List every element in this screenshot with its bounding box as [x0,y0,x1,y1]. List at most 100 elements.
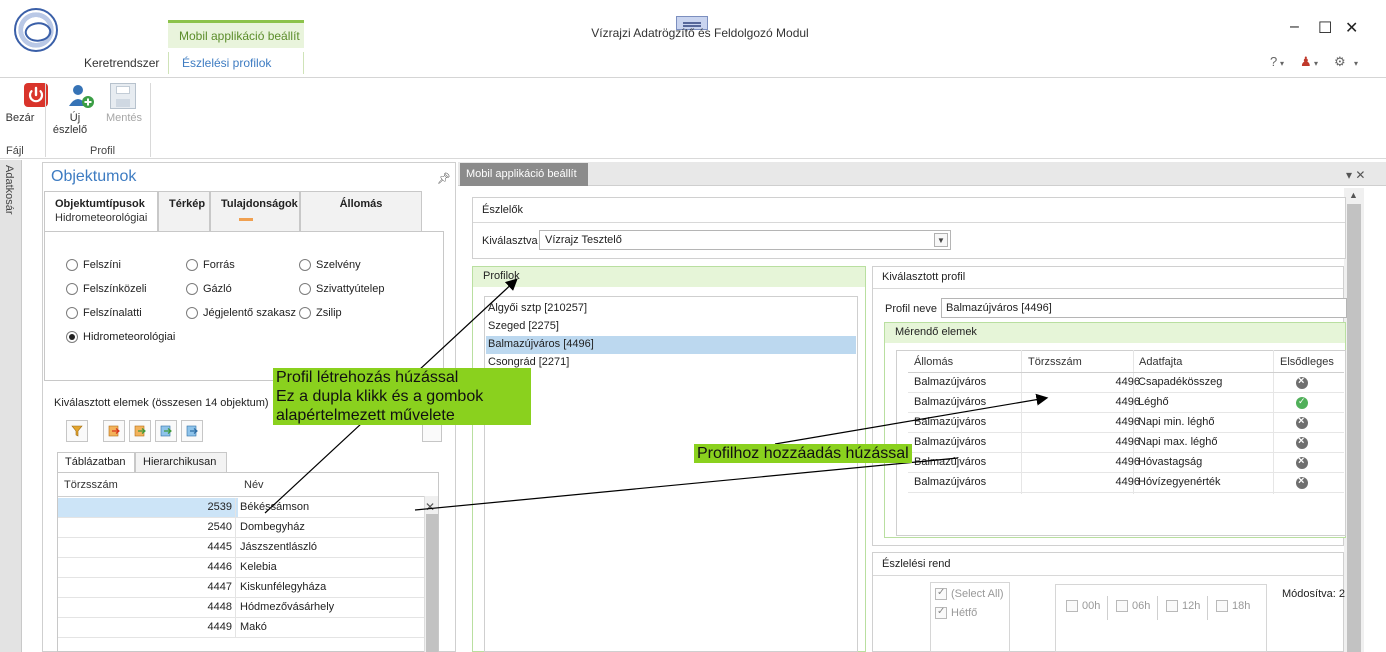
not-primary-icon[interactable] [1296,475,1308,489]
radio-dot[interactable] [66,259,78,271]
scrollbar-thumb[interactable] [426,514,438,652]
scroll-up-icon[interactable]: ▲ [1349,190,1358,200]
checkbox-select-all[interactable]: (Select All) [935,587,1004,600]
add-user-icon[interactable] [66,82,96,110]
table-row[interactable]: 4446 Kelebia [58,558,424,578]
document-scrollbar[interactable]: ▲ [1344,188,1364,652]
checkbox-box[interactable] [935,606,947,619]
profile-name-input[interactable]: Balmazújváros [4496] [941,298,1347,318]
subtab-hierarchy[interactable]: Hierarchikusan [135,452,227,472]
table-row[interactable]: Balmazújváros 4496 Hóvízegyenérték [908,473,1344,493]
radio-szivattyutelep[interactable]: Szivattyútelep [299,283,384,295]
not-primary-icon[interactable] [1296,455,1308,469]
not-primary-icon[interactable] [1296,415,1308,429]
export-button-1[interactable] [103,420,125,442]
close-row-icon[interactable]: ✕ [425,500,435,514]
list-item[interactable]: Csongrád [2271] [486,354,856,372]
table-row[interactable]: Balmazújváros 4496 Napi min. léghő [908,413,1344,433]
radio-szelveny[interactable]: Szelvény [299,259,361,271]
checkbox-hour-18[interactable]: 18h [1216,600,1250,612]
checkbox-box[interactable] [935,587,947,600]
document-tab[interactable]: Mobil applikáció beállít [460,163,588,186]
checkbox-hour-12[interactable]: 12h [1166,600,1200,612]
export-button-2[interactable] [129,420,151,442]
import-button-2[interactable] [181,420,203,442]
tab-station[interactable]: Állomás [300,191,422,231]
tab-eszlelesi-profilok[interactable]: Észlelési profilok [168,52,304,74]
subtab-table[interactable]: Táblázatban [57,452,135,472]
tab-object-types[interactable]: Objektumtípusok Hidrometeorológiai [44,191,158,231]
tab-map[interactable]: Térkép [158,191,210,231]
import-button-1[interactable] [155,420,177,442]
new-observer-label-2[interactable]: észlelő [50,124,90,136]
radio-felszinalatti[interactable]: Felszínalatti [66,307,142,319]
table-row[interactable]: Balmazújváros 4496 Hóvastagság [908,453,1344,473]
user-icon[interactable]: ♟ [1300,54,1312,70]
close-window-button[interactable]: ✕ [1345,18,1358,38]
radio-dot[interactable] [186,259,198,271]
table-row[interactable]: Balmazújváros 4496 Napi max. léghő [908,433,1344,453]
radio-zsilip[interactable]: Zsilip [299,307,342,319]
checkbox-hour-00[interactable]: 00h [1066,600,1100,612]
radio-dot-selected[interactable] [66,331,78,343]
help-dropdown-icon[interactable]: ▾ [1280,59,1284,68]
radio-dot[interactable] [186,307,198,319]
grid-header-station[interactable]: Állomás [914,356,953,368]
scrollbar-thumb[interactable] [1347,204,1361,652]
tab-properties[interactable]: Tulajdonságok [210,191,300,231]
settings-gear-icon[interactable]: ⚙ [1334,54,1346,70]
radio-dot[interactable] [66,307,78,319]
table-row[interactable]: Balmazújváros 4496 Léghő [908,393,1344,413]
basket-tab[interactable]: Adatkosár [3,165,15,215]
document-close-icon[interactable]: ▾ ✕ [1346,168,1365,182]
close-button-label[interactable]: Bezár [2,112,38,124]
settings-dropdown-icon[interactable]: ▾ [1354,59,1358,68]
radio-dot[interactable] [299,307,311,319]
grid-header-name[interactable]: Név [244,479,264,491]
help-icon[interactable]: ? [1270,54,1277,69]
table-row[interactable]: 4449 Makó [58,618,424,638]
user-dropdown-icon[interactable]: ▾ [1314,59,1318,68]
grid-header-primary[interactable]: Elsődleges [1280,356,1334,368]
pin-icon[interactable]: 📌︎ [437,172,451,185]
radio-jegjelento[interactable]: Jégjelentő szakasz [186,307,296,319]
radio-hidrometeorologiai[interactable]: Hidrometeorológiai [66,331,175,343]
table-row[interactable]: 2540 Dombegyház [58,518,424,538]
radio-dot[interactable] [66,283,78,295]
table-row[interactable]: Balmazújváros 4496 Csapadékösszeg [908,373,1344,393]
checkbox-monday[interactable]: Hétfő [935,606,977,619]
radio-dot[interactable] [299,283,311,295]
table-row[interactable]: 4445 Jászszentlászló [58,538,424,558]
list-item[interactable]: Szeged [2275] [486,318,856,336]
checkbox-box[interactable] [1166,600,1178,612]
table-row[interactable]: 2539 Békéssámson [58,498,424,518]
checkbox-box[interactable] [1116,600,1128,612]
table-row[interactable]: 4448 Hódmezővásárhely [58,598,424,618]
new-observer-label-1[interactable]: Új [60,112,90,124]
radio-dot[interactable] [299,259,311,271]
checkbox-box[interactable] [1066,600,1078,612]
grid-header-id[interactable]: Törzsszám [64,479,118,491]
table-row[interactable]: 4447 Kiskunfélegyháza [58,578,424,598]
grid-scrollbar[interactable] [424,496,438,652]
grid-header-type[interactable]: Adatfajta [1139,356,1182,368]
checkbox-box[interactable] [1216,600,1228,612]
primary-check-icon[interactable] [1296,396,1308,409]
maximize-button[interactable]: ☐ [1318,18,1332,38]
radio-felszini[interactable]: Felszíni [66,259,121,271]
checkbox-hour-06[interactable]: 06h [1116,600,1150,612]
radio-dot[interactable] [186,283,198,295]
list-item[interactable]: Algyői sztp [210257] [486,300,856,318]
minimize-button[interactable]: – [1290,18,1299,36]
filter-button[interactable] [66,420,88,442]
list-item-selected[interactable]: Balmazújváros [4496] [486,336,856,354]
radio-gazlo[interactable]: Gázló [186,283,232,295]
not-primary-icon[interactable] [1296,375,1308,389]
observer-select[interactable]: Vízrajz Tesztelő ▼ [539,230,951,250]
radio-felszinkozeli[interactable]: Felszínközeli [66,283,147,295]
tab-keretrendszer[interactable]: Keretrendszer [84,56,159,70]
radio-forras[interactable]: Forrás [186,259,235,271]
not-primary-icon[interactable] [1296,435,1308,449]
chevron-down-icon[interactable]: ▼ [934,233,948,247]
grid-header-id[interactable]: Törzsszám [1028,356,1082,368]
